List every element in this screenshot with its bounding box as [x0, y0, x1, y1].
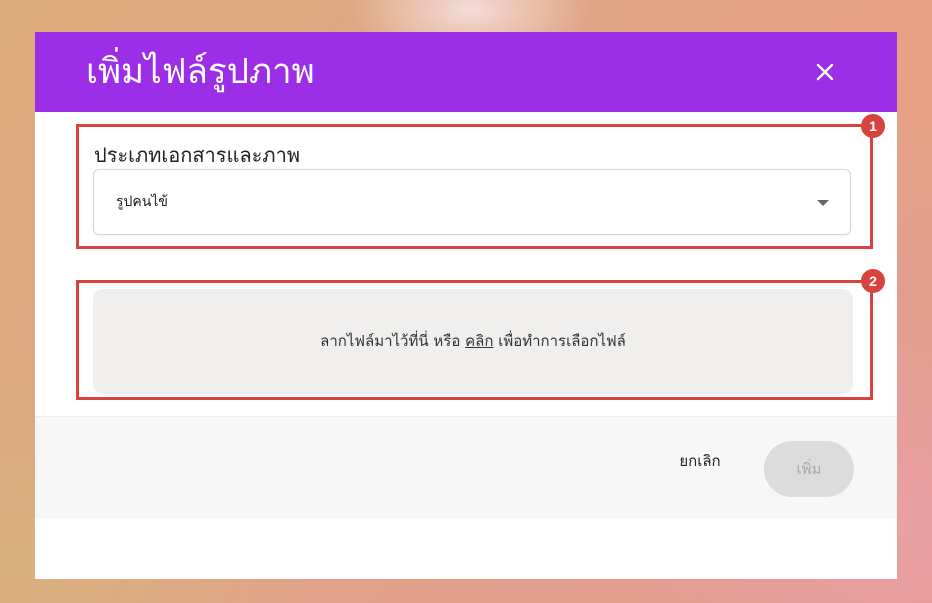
- document-type-label: ประเภทเอกสารและภาพ: [94, 143, 301, 167]
- add-button[interactable]: เพิ่ม: [764, 441, 854, 497]
- document-type-selected-value: รูปคนไข้: [116, 194, 168, 210]
- callout-badge-2: 2: [861, 269, 885, 293]
- dropzone-text-before: ลากไฟล์มาไว้ที่นี่ หรือ: [320, 332, 466, 350]
- callout-badge-1: 1: [861, 114, 885, 138]
- document-type-select[interactable]: รูปคนไข้: [93, 169, 851, 235]
- close-button[interactable]: [805, 52, 845, 92]
- add-image-file-dialog: เพิ่มไฟล์รูปภาพ ประเภทเอกสารและภาพ รูปคน…: [35, 32, 897, 579]
- dropzone-instruction: ลากไฟล์มาไว้ที่นี่ หรือ คลิก เพื่อทำการเ…: [93, 331, 853, 351]
- click-to-browse-link[interactable]: คลิก: [465, 332, 493, 350]
- dropzone-text-after: เพื่อทำการเลือกไฟล์: [493, 332, 626, 350]
- dialog-title: เพิ่มไฟล์รูปภาพ: [86, 52, 315, 92]
- cancel-button[interactable]: ยกเลิก: [655, 441, 745, 481]
- close-icon: [816, 63, 834, 81]
- dialog-header: เพิ่มไฟล์รูปภาพ: [35, 32, 897, 112]
- caret-down-icon: [817, 200, 829, 206]
- file-dropzone[interactable]: ลากไฟล์มาไว้ที่นี่ หรือ คลิก เพื่อทำการเ…: [93, 289, 853, 394]
- dialog-footer: ยกเลิก เพิ่ม: [35, 416, 897, 519]
